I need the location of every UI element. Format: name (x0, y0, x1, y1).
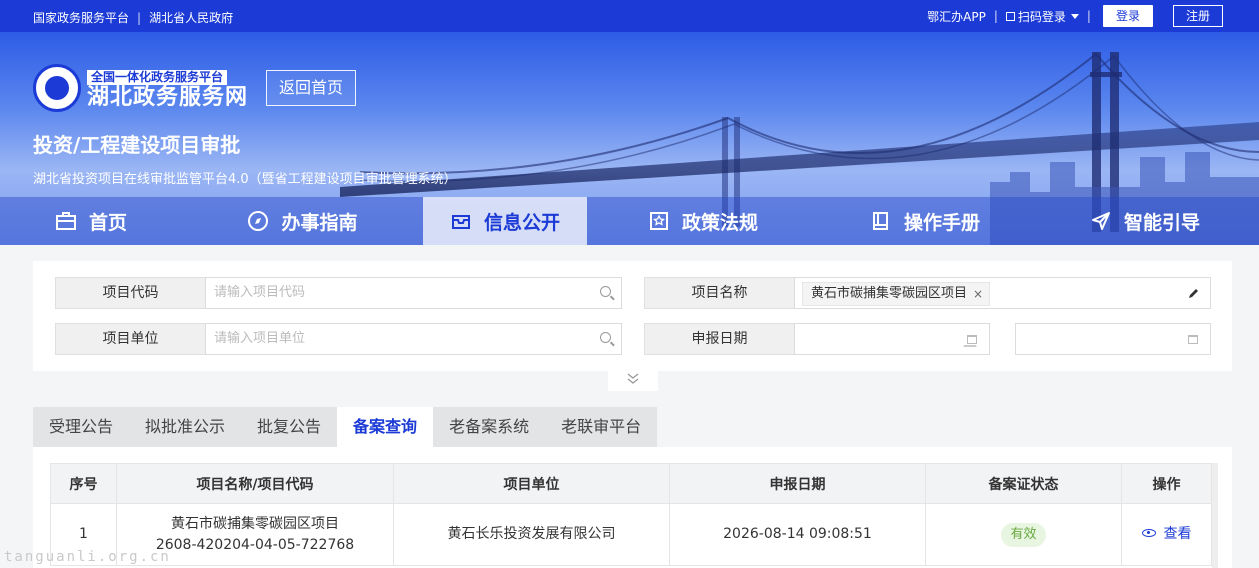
qr-code-icon (1005, 11, 1015, 21)
divider: | (993, 9, 998, 23)
search-icon[interactable] (600, 286, 611, 297)
table-scrollbar[interactable] (1212, 463, 1218, 568)
double-chevron-down-icon (627, 373, 639, 384)
nav-smart-guide[interactable]: 智能引导 (1031, 197, 1259, 245)
divider: | (137, 10, 142, 25)
col-status: 备案证状态 (925, 463, 1122, 504)
send-icon (1091, 212, 1110, 230)
book-icon (872, 212, 888, 230)
row-unit: 黄石长乐投资发展有限公司 (393, 503, 670, 566)
status-badge: 有效 (1001, 522, 1046, 547)
table-row: 1 黄石市碳捕集零碳园区项目 2608-420204-04-05-722768 … (50, 503, 1212, 566)
system-title: 投资/工程建设项目审批 (33, 133, 241, 157)
caret-down-icon (1070, 13, 1079, 19)
tab-old-joint-review[interactable]: 老联审平台 (545, 407, 657, 447)
expand-toggle[interactable] (608, 369, 658, 391)
return-home-button[interactable]: 返回首页 (266, 70, 356, 106)
view-button[interactable]: 查看 (1141, 526, 1192, 542)
watermark: tanguanli.org.cn (4, 549, 171, 565)
tab-approval[interactable]: 批复公告 (241, 407, 337, 447)
calendar-icon (1188, 335, 1198, 344)
briefcase-icon (55, 212, 76, 230)
tab-filing-query[interactable]: 备案查询 (337, 407, 434, 447)
project-code-label: 项目代码 (55, 277, 206, 309)
project-code-input[interactable]: 请输入项目代码 (205, 277, 622, 309)
close-icon[interactable]: × (973, 283, 983, 305)
tab-pre-approval[interactable]: 拟批准公示 (129, 407, 241, 447)
tab-old-filing[interactable]: 老备案系统 (433, 407, 545, 447)
col-unit: 项目单位 (393, 463, 670, 504)
compass-icon (248, 211, 269, 231)
row-status: 有效 (925, 503, 1122, 566)
inbox-icon (451, 215, 470, 229)
nav-policy[interactable]: 政策法规 (587, 197, 819, 245)
results-panel: 序号 项目名称/项目代码 项目单位 申报日期 备案证状态 操作 1 黄石市碳捕集… (33, 447, 1232, 568)
top-bar: 国家政务服务平台 | 湖北省人民政府 鄂汇办APP | 扫码登录 | 登录 注册 (0, 0, 1259, 32)
site-logo[interactable]: 全国一体化政务服务平台 湖北政务服务网 (33, 64, 248, 112)
nav-manual[interactable]: 操作手册 (819, 197, 1031, 245)
row-date: 2026-08-14 09:08:51 (669, 503, 926, 566)
nav-guide[interactable]: 办事指南 (182, 197, 423, 245)
project-name-label: 项目名称 (644, 277, 795, 309)
start-date-input[interactable] (794, 323, 990, 355)
eye-icon (1141, 529, 1156, 537)
results-table: 序号 项目名称/项目代码 项目单位 申报日期 备案证状态 操作 1 黄石市碳捕集… (50, 463, 1212, 566)
nav-info-public[interactable]: 信息公开 (423, 197, 587, 245)
date-separator: — (963, 338, 977, 354)
nav-home[interactable]: 首页 (0, 197, 182, 245)
system-subtitle: 湖北省投资项目在线审批监管平台4.0（暨省工程建设项目审批管理系统） (33, 172, 457, 187)
logo-subtitle: 全国一体化政务服务平台 (87, 69, 228, 85)
search-icon[interactable] (600, 332, 611, 343)
project-unit-input[interactable]: 请输入项目单位 (205, 323, 622, 355)
star-doc-icon (649, 212, 668, 230)
logo-title: 湖北政务服务网 (87, 84, 249, 110)
main-nav: 首页 办事指南 信息公开 政策法规 操作手册 智能引导 (0, 197, 1259, 245)
report-date-label: 申报日期 (644, 323, 795, 355)
row-action: 查看 (1121, 503, 1212, 566)
end-date-input[interactable] (1015, 323, 1211, 355)
table-header-row: 序号 项目名称/项目代码 项目单位 申报日期 备案证状态 操作 (50, 463, 1212, 504)
divider: | (1086, 9, 1091, 23)
project-name-tag[interactable]: 黄石市碳捕集零碳园区项目 × (802, 282, 991, 306)
app-link[interactable]: 鄂汇办APP (927, 8, 986, 25)
project-unit-label: 项目单位 (55, 323, 206, 355)
login-button[interactable]: 登录 (1102, 5, 1153, 27)
col-project: 项目名称/项目代码 (116, 463, 394, 504)
scan-login-menu[interactable]: 扫码登录 (1005, 8, 1079, 25)
announcement-tabs: 受理公告 拟批准公示 批复公告 备案查询 老备案系统 老联审平台 (33, 407, 658, 447)
project-name-input[interactable]: 黄石市碳捕集零碳园区项目 × (794, 277, 1211, 309)
emblem-icon (33, 64, 81, 112)
register-button[interactable]: 注册 (1172, 5, 1223, 27)
col-date: 申报日期 (669, 463, 926, 504)
national-platform-link[interactable]: 国家政务服务平台 (33, 9, 129, 26)
tab-acceptance[interactable]: 受理公告 (33, 407, 129, 447)
col-index: 序号 (50, 463, 117, 504)
project-name: 黄石市碳捕集零碳园区项目 (171, 515, 339, 532)
col-action: 操作 (1121, 463, 1212, 504)
edit-icon[interactable] (1187, 286, 1201, 300)
province-gov-link[interactable]: 湖北省人民政府 (149, 9, 233, 26)
